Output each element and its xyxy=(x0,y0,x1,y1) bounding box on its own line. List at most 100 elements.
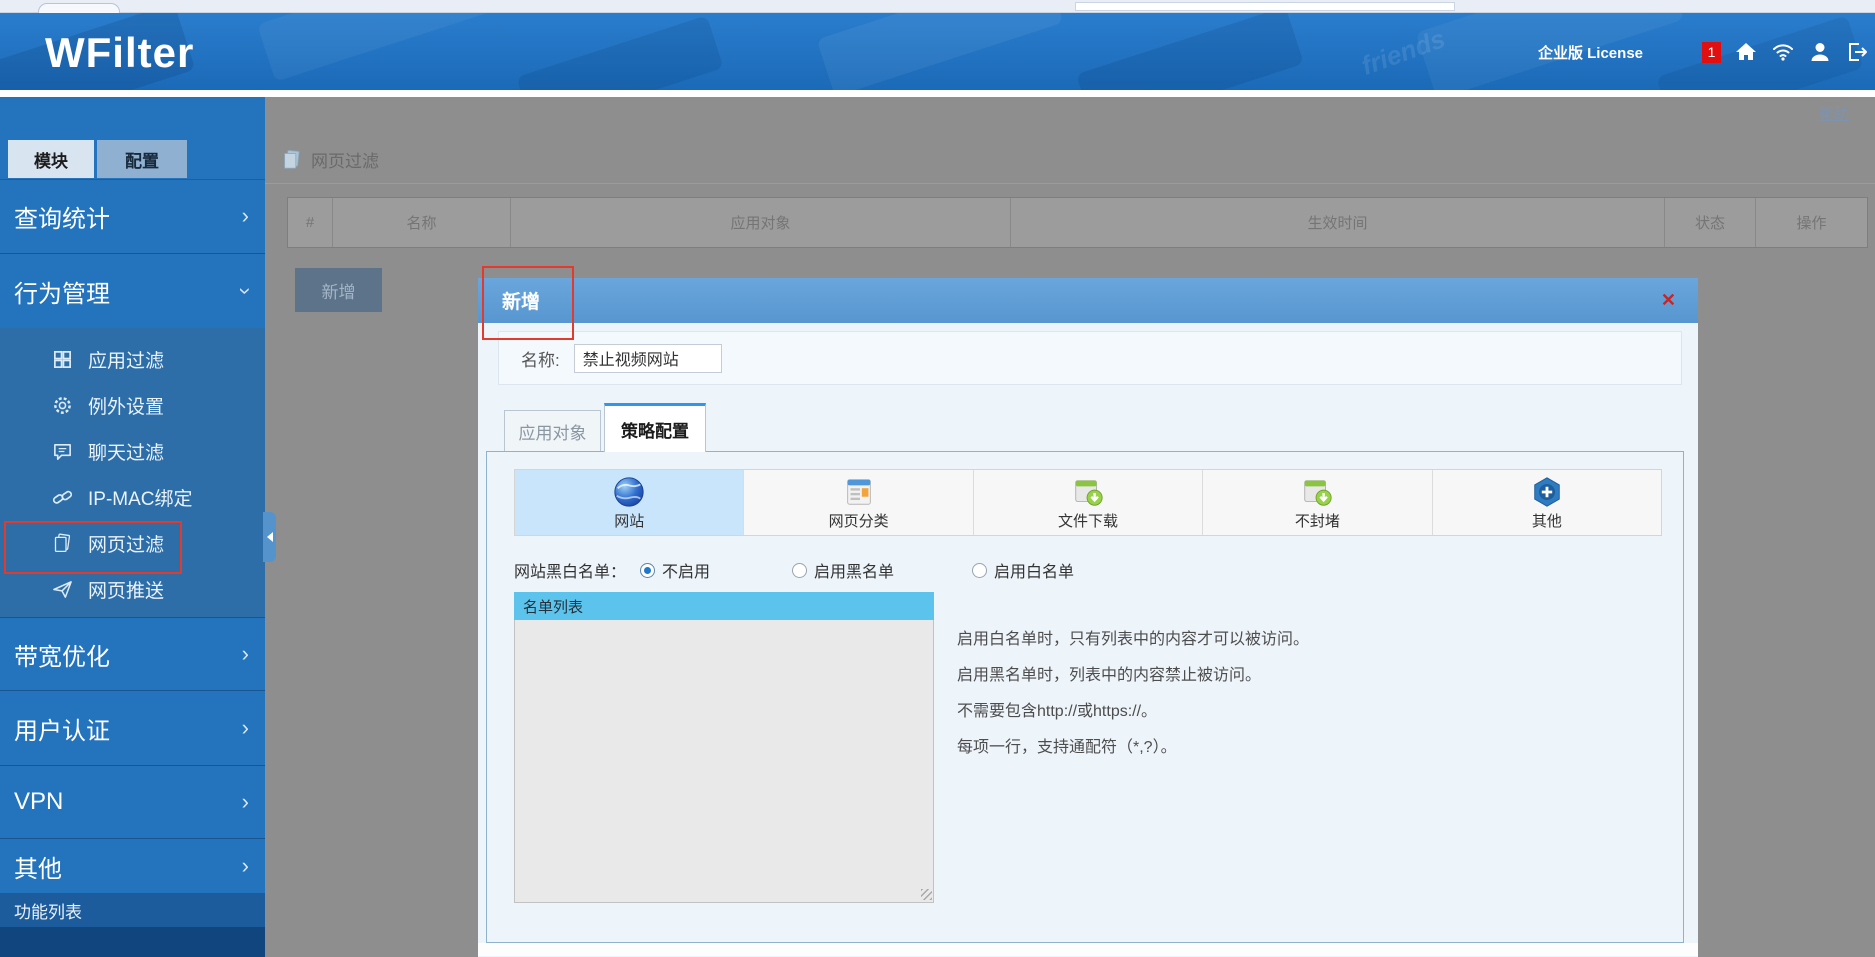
name-input[interactable] xyxy=(574,344,722,373)
col-actions: 操作 xyxy=(1756,198,1867,247)
radio-disabled[interactable]: 不启用 xyxy=(640,558,710,582)
tab-policy-config[interactable]: 策略配置 xyxy=(604,403,706,452)
browser-strip xyxy=(0,0,1875,13)
sidebar-item-behavior-mgmt[interactable]: 行为管理 › xyxy=(0,253,265,328)
chevron-down-icon: › xyxy=(232,287,258,294)
records-table-header: # 名称 应用对象 生效时间 状态 操作 xyxy=(287,197,1868,248)
sidebar-item-bandwidth[interactable]: 带宽优化 › xyxy=(0,617,265,690)
radio-circle[interactable] xyxy=(972,563,987,578)
gear-icon xyxy=(52,395,73,416)
wifi-icon[interactable] xyxy=(1771,40,1795,64)
radio-enable-whitelist[interactable]: 启用白名单 xyxy=(972,558,1074,582)
sidebar-item-others[interactable]: 其他 › xyxy=(0,838,265,893)
dialog-tabs: 应用对象 策略配置 xyxy=(504,403,1698,452)
blacklist-mode-label: 网站黑白名单： xyxy=(514,558,626,582)
sidebar-submenu: 应用过滤 例外设置 聊天过滤 IP-MAC绑定 网页过滤 网页推送 xyxy=(0,328,265,617)
help-link[interactable]: 帮助 xyxy=(1819,103,1849,124)
radio-circle[interactable] xyxy=(640,563,655,578)
sidebar-item-web-push[interactable]: 网页推送 xyxy=(0,566,265,612)
sidebar-item-query-stats[interactable]: 查询统计 › xyxy=(0,179,265,253)
policy-tab-file-download[interactable]: 文件下载 xyxy=(974,470,1203,535)
logout-icon[interactable] xyxy=(1845,40,1869,64)
col-name: 名称 xyxy=(333,198,511,247)
tip-line: 不需要包含http://或https://。 xyxy=(957,694,1309,730)
keyboard-art xyxy=(1076,13,1304,90)
add-dialog: 新增 ✕ 名称: 应用对象 策略配置 网站 xyxy=(478,278,1698,957)
header-separator xyxy=(0,90,1875,97)
col-index: # xyxy=(288,198,333,247)
sidebar-item-user-auth[interactable]: 用户认证 › xyxy=(0,690,265,765)
sidebar-item-web-filter[interactable]: 网页过滤 xyxy=(0,520,265,566)
policy-tab-other[interactable]: 其他 xyxy=(1433,470,1661,535)
tab-config[interactable]: 配置 xyxy=(97,140,187,178)
radio-circle[interactable] xyxy=(792,563,807,578)
sidebar-mode-tabs: 模块 配置 xyxy=(8,140,187,178)
dialog-title: 新增 xyxy=(502,287,540,314)
resize-grip[interactable] xyxy=(921,889,932,900)
sidebar-item-vpn[interactable]: VPN › xyxy=(0,765,265,838)
sidebar-item-ip-mac-binding[interactable]: IP-MAC绑定 xyxy=(0,474,265,520)
globe-icon xyxy=(612,475,646,509)
radio-enable-blacklist[interactable]: 启用黑名单 xyxy=(792,558,894,582)
brand-logo: WFilter xyxy=(45,29,194,77)
chevron-right-icon: › xyxy=(242,853,249,879)
sidebar-item-exception-settings[interactable]: 例外设置 xyxy=(0,382,265,428)
sidebar: 模块 配置 查询统计 › 行为管理 › 应用过滤 例外设置 聊天过滤 xyxy=(0,97,265,957)
keyboard-art xyxy=(516,15,723,90)
chevron-right-icon: › xyxy=(242,715,249,741)
browser-urlbar-shape xyxy=(1075,2,1455,11)
chevron-right-icon: › xyxy=(242,203,249,229)
dialog-header: 新增 ✕ xyxy=(478,278,1698,323)
tab-apply-target[interactable]: 应用对象 xyxy=(504,410,601,452)
webpage-category-icon xyxy=(842,475,876,509)
col-status: 状态 xyxy=(1665,198,1756,247)
sidebar-footer-feature-list[interactable]: 功能列表 xyxy=(0,893,265,927)
add-button-disabled[interactable]: 新增 xyxy=(295,268,382,312)
send-icon xyxy=(52,579,73,600)
page-title-icon xyxy=(282,149,301,170)
user-icon[interactable] xyxy=(1808,40,1832,64)
other-plus-icon xyxy=(1530,475,1564,509)
tip-line: 启用白名单时，只有列表中的内容才可以被访问。 xyxy=(957,622,1309,658)
policy-panel: 网站 网页分类 xyxy=(486,451,1684,943)
sidebar-item-chat-filter[interactable]: 聊天过滤 xyxy=(0,428,265,474)
app-header: friends WFilter 企业版 License 1 xyxy=(0,13,1875,90)
sidebar-item-app-filter[interactable]: 应用过滤 xyxy=(0,336,265,382)
no-block-icon xyxy=(1300,475,1334,509)
page-icon xyxy=(52,533,73,554)
page-title-row: 网页过滤 xyxy=(282,147,379,172)
tip-line: 启用黑名单时，列表中的内容禁止被访问。 xyxy=(957,658,1309,694)
app-canvas: friends WFilter 企业版 License 1 模块 配置 查询统计… xyxy=(0,0,1875,957)
keyboard-art xyxy=(257,13,523,82)
collapse-arrow-icon xyxy=(267,532,273,542)
notification-badge[interactable]: 1 xyxy=(1702,42,1721,63)
close-icon[interactable]: ✕ xyxy=(1661,290,1676,311)
home-icon[interactable] xyxy=(1734,40,1758,64)
col-apply-target: 应用对象 xyxy=(511,198,1011,247)
name-field-row: 名称: xyxy=(498,331,1682,385)
help-tips: 启用白名单时，只有列表中的内容才可以被访问。 启用黑名单时，列表中的内容禁止被访… xyxy=(957,622,1309,766)
policy-tab-website[interactable]: 网站 xyxy=(515,470,744,535)
file-download-icon xyxy=(1071,475,1105,509)
policy-type-tabs: 网站 网页分类 xyxy=(514,469,1662,536)
sidebar-bottom-fill xyxy=(0,927,265,957)
col-effective-time: 生效时间 xyxy=(1011,198,1665,247)
chat-icon xyxy=(52,441,73,462)
list-textarea[interactable] xyxy=(514,620,934,903)
chevron-right-icon: › xyxy=(242,789,249,815)
list-header: 名单列表 xyxy=(514,592,934,620)
page-title: 网页过滤 xyxy=(311,147,379,172)
policy-tab-no-block[interactable]: 不封堵 xyxy=(1203,470,1432,535)
license-label: 企业版 License xyxy=(1538,42,1643,63)
keyboard-art xyxy=(817,13,1064,90)
tab-module[interactable]: 模块 xyxy=(8,140,94,178)
sidebar-collapse-handle[interactable] xyxy=(263,512,276,562)
list-box: 名单列表 xyxy=(514,592,934,903)
blacklist-mode-row: 网站黑白名单： 不启用 启用黑名单 启用白名单 xyxy=(514,558,1074,582)
dialog-footer xyxy=(478,943,1698,956)
divider xyxy=(265,183,1875,184)
chevron-right-icon: › xyxy=(242,641,249,667)
grid-icon xyxy=(52,349,73,370)
policy-tab-web-category[interactable]: 网页分类 xyxy=(744,470,973,535)
header-right-cluster: 企业版 License 1 xyxy=(1538,40,1869,64)
